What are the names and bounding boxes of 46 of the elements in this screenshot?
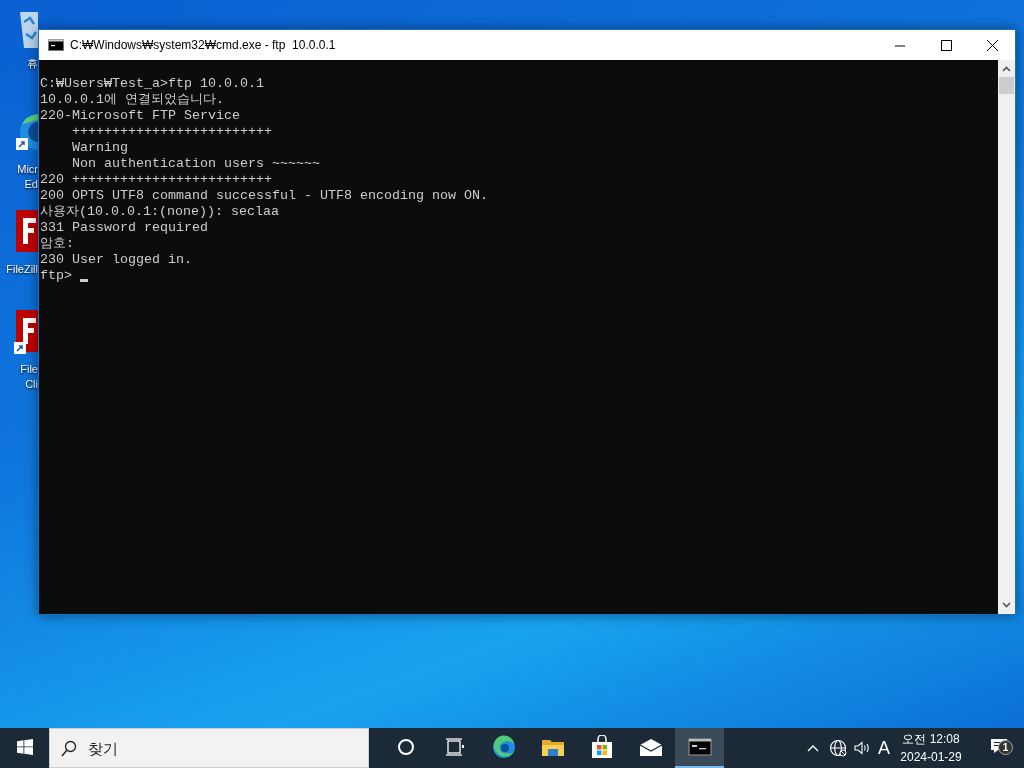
icon-label: File	[20, 362, 38, 377]
console-line: 220 +++++++++++++++++++++++++	[40, 172, 273, 188]
notification-count: 1	[998, 740, 1013, 755]
scroll-down-icon[interactable]	[1002, 602, 1011, 608]
chevron-up-icon[interactable]	[807, 744, 819, 752]
icon-label: Cli	[25, 377, 38, 392]
globe-icon[interactable]	[829, 739, 847, 757]
windows-logo-icon	[16, 739, 33, 755]
console-line: 200 OPTS UTF8 command successful - UTF8 encoding now ON.	[40, 188, 489, 204]
clock[interactable]: 오전 12:08 2024-01-29	[898, 730, 964, 766]
clock-time: 오전 12:08	[901, 731, 961, 748]
search-field[interactable]: 찾기	[49, 728, 369, 768]
task-view-icon	[444, 737, 465, 757]
console-line: 암호:	[40, 236, 75, 252]
window-title: C:₩Windows₩system32₩cmd.exe - ftp 10.0.0.1	[70, 37, 336, 54]
icon-label: Micr	[17, 162, 38, 177]
scrollbar-thumb[interactable]	[999, 77, 1014, 94]
console-prompt: ftp>	[40, 268, 73, 284]
speaker-icon[interactable]	[854, 741, 871, 755]
console-line: 220-Microsoft FTP Service	[40, 108, 241, 124]
cortana-icon	[395, 737, 416, 757]
icon-label: Ed	[24, 177, 38, 192]
console-line: C:₩Users₩Test_a>ftp 10.0.0.1	[40, 76, 265, 92]
clock-date: 2024-01-29	[899, 749, 963, 766]
notification-button[interactable]: 1	[986, 731, 1014, 765]
console-line: +++++++++++++++++++++++++	[71, 124, 273, 140]
console-icon	[687, 737, 712, 757]
console-line: 331 Password required	[40, 220, 209, 236]
input-method-indicator[interactable]: A	[878, 734, 890, 762]
text-cursor	[80, 279, 88, 282]
icon-label: FileZill	[6, 262, 38, 277]
console-line: Warning	[71, 140, 129, 156]
browser-icon	[491, 735, 516, 759]
close-icon	[986, 39, 998, 51]
scroll-up-icon[interactable]	[1002, 66, 1011, 72]
console-line: Non authentication users ~~~~~~	[71, 156, 321, 172]
console-app-icon	[48, 39, 64, 51]
taskbar-app-button[interactable]	[675, 728, 724, 768]
maximize-icon	[940, 39, 952, 51]
icon-label: 휴	[27, 56, 38, 71]
console-line: 사용자(10.0.0.1:(none)): seclaa	[40, 204, 280, 220]
envelope-icon	[638, 737, 663, 757]
shopping-bag-icon	[589, 735, 614, 759]
console-line: 230 User logged in.	[40, 252, 193, 268]
search-icon	[61, 740, 77, 757]
console-line: 10.0.0.1에 연결되었습니다.	[40, 92, 225, 108]
